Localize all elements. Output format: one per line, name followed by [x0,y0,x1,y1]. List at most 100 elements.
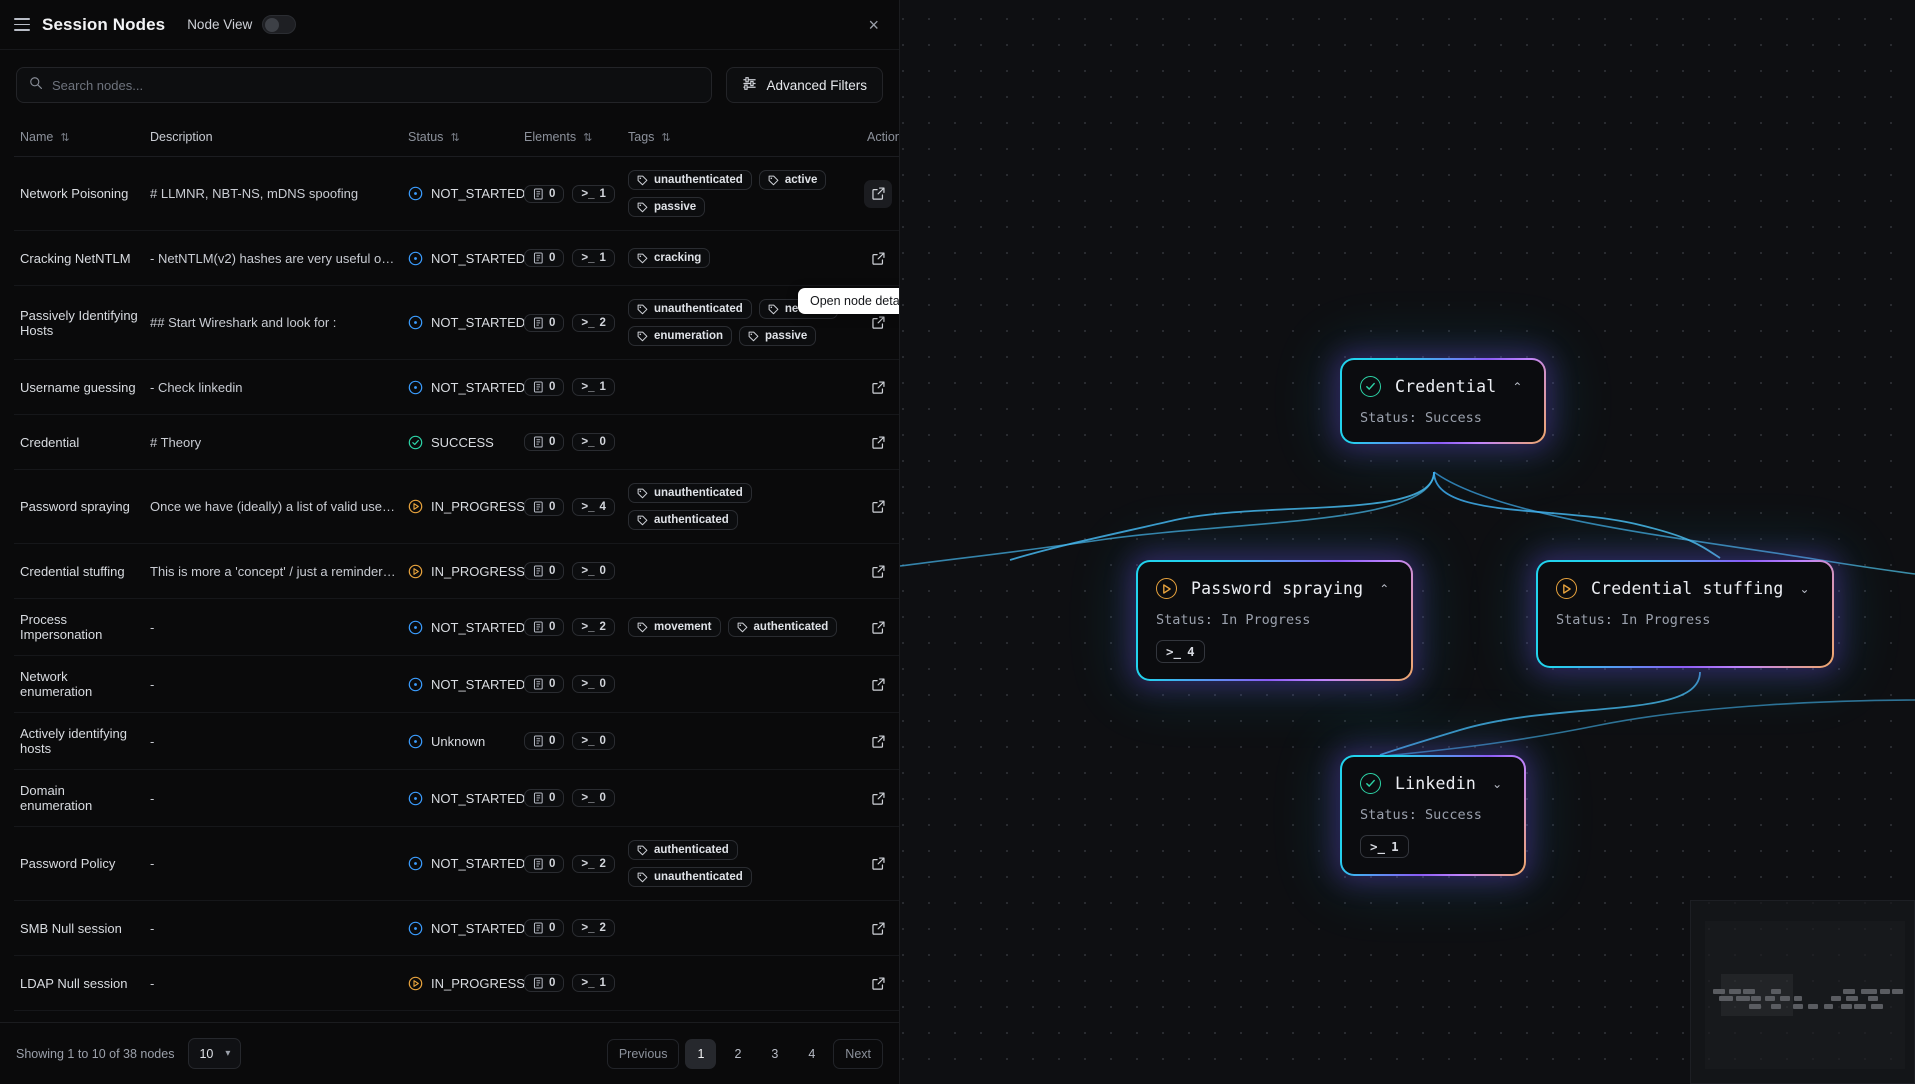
tag-chip[interactable]: cracking [628,248,710,268]
circle-dot-icon [408,734,423,749]
table-row[interactable]: LDAP Null session-IN_PROGRESS0>_1 [14,956,899,1011]
table-row[interactable]: Credential stuffingThis is more a 'conce… [14,544,899,599]
page-button-2[interactable]: 2 [722,1039,753,1069]
table-row[interactable]: Passively Identifying Hosts## Start Wire… [14,286,899,360]
tag-chip[interactable]: authenticated [728,617,838,637]
col-name[interactable]: Name⇅ [14,120,144,157]
external-link-icon [871,734,886,749]
node-view-toggle[interactable] [262,15,296,34]
sort-icon[interactable]: ⇅ [661,131,669,144]
sort-icon[interactable]: ⇅ [60,131,68,144]
document-icon [533,922,544,934]
circle-dot-icon [408,921,423,936]
graph-node-status: Status: In Progress [1556,612,1810,628]
open-node-details-button[interactable] [864,784,892,812]
graph-node-password-spraying[interactable]: Password spraying ⌃ Status: In Progress … [1136,560,1413,681]
sort-icon[interactable]: ⇅ [450,131,458,144]
terminal-icon: >_ [1370,839,1385,854]
next-page-button[interactable]: Next [833,1039,883,1069]
open-node-details-button[interactable] [864,850,892,878]
table-row[interactable]: Username guessing- Check linkedinNOT_STA… [14,360,899,415]
table-row[interactable]: Credential# TheorySUCCESS0>_0 [14,415,899,470]
tag-icon [637,622,648,633]
chevron-down-icon[interactable]: ⌄ [1800,583,1810,595]
cell-actions [858,713,899,770]
table-row[interactable]: Actively identifying hosts-Unknown0>_0 [14,713,899,770]
sliders-icon [742,76,757,94]
chevron-down-icon[interactable]: ⌄ [1492,778,1502,790]
graph-node-linkedin[interactable]: Linkedin ⌄ Status: Success >_ 1 [1340,755,1526,876]
table-row[interactable]: Cracking NetNTLM- NetNTLM(v2) hashes are… [14,231,899,286]
graph-node-credential[interactable]: Credential ⌃ Status: Success [1340,358,1546,444]
tag-label: passive [765,330,807,342]
search-input[interactable]: Search nodes... [16,67,712,103]
minimap-viewport[interactable] [1721,974,1793,1016]
tag-label: authenticated [654,844,729,856]
document-count-pill: 0 [524,789,564,807]
page-button-1[interactable]: 1 [685,1039,716,1069]
list-icon[interactable] [14,18,30,31]
page-size-select[interactable]: 10 ▾ [188,1038,241,1069]
tag-chip[interactable]: unauthenticated [628,483,752,503]
open-node-details-button[interactable] [864,914,892,942]
close-icon[interactable]: × [868,16,879,34]
cell-status: NOT_STARTED [402,901,518,956]
cell-tags [622,415,858,470]
tag-chip[interactable]: movement [628,617,721,637]
open-node-details-button[interactable] [864,180,892,208]
col-status[interactable]: Status⇅ [402,120,518,157]
external-link-icon [871,380,886,395]
advanced-filters-button[interactable]: Advanced Filters [726,67,883,103]
open-node-details-button[interactable] [864,493,892,521]
graph-minimap[interactable] [1690,900,1915,1084]
status-label: NOT_STARTED [431,677,525,692]
tag-chip[interactable]: passive [628,197,705,217]
table-row[interactable]: Password Policy-NOT_STARTED0>_2authentic… [14,827,899,901]
graph-node-header[interactable]: Linkedin ⌄ [1360,773,1502,794]
tag-chip[interactable]: authenticated [628,510,738,530]
open-node-details-button[interactable] [864,727,892,755]
table-row[interactable]: Password sprayingOnce we have (ideally) … [14,470,899,544]
open-node-details-button[interactable] [864,373,892,401]
graph-node-header[interactable]: Password spraying ⌃ [1156,578,1389,599]
cell-status: IN_PROGRESS [402,956,518,1011]
tag-chip[interactable]: enumeration [628,326,732,346]
open-node-details-button[interactable] [864,969,892,997]
chevron-up-icon[interactable]: ⌃ [1379,583,1389,595]
open-node-details-button[interactable] [864,613,892,641]
tag-chip[interactable]: unauthenticated [628,299,752,319]
table-row[interactable]: Process Impersonation-NOT_STARTED0>_2mov… [14,599,899,656]
table-row[interactable]: Domain enumeration-NOT_STARTED0>_0 [14,770,899,827]
document-count: 0 [549,381,555,393]
page-button-3[interactable]: 3 [759,1039,790,1069]
cell-tags [622,544,858,599]
previous-page-button[interactable]: Previous [607,1039,680,1069]
tag-icon [768,175,779,186]
open-node-details-button[interactable] [864,244,892,272]
tag-chip[interactable]: unauthenticated [628,867,752,887]
graph-node-credential-stuffing[interactable]: Credential stuffing ⌄ Status: In Progres… [1536,560,1834,668]
cell-actions [858,599,899,656]
play-circle-icon [1156,578,1177,599]
table-row[interactable]: SMB Null session-NOT_STARTED0>_2 [14,901,899,956]
sort-icon[interactable]: ⇅ [583,131,591,144]
tag-chip[interactable]: passive [739,326,816,346]
tag-chip[interactable]: unauthenticated [628,170,752,190]
graph-node-header[interactable]: Credential stuffing ⌄ [1556,578,1810,599]
chevron-up-icon[interactable]: ⌃ [1512,381,1522,393]
table-row[interactable]: Network enumeration-NOT_STARTED0>_0 [14,656,899,713]
tag-chip[interactable]: authenticated [628,840,738,860]
command-count: 2 [600,858,606,870]
command-count-pill: >_2 [572,314,615,332]
cell-description: # LLMNR, NBT-NS, mDNS spoofing [144,157,402,231]
table-row[interactable]: Network Poisoning# LLMNR, NBT-NS, mDNS s… [14,157,899,231]
page-button-4[interactable]: 4 [796,1039,827,1069]
graph-node-header[interactable]: Credential ⌃ [1360,376,1522,397]
tag-chip[interactable]: active [759,170,827,190]
cell-description: - NetNTLM(v2) hashes are very useful onc… [144,231,402,286]
open-node-details-button[interactable] [864,428,892,456]
col-tags[interactable]: Tags⇅ [622,120,858,157]
open-node-details-button[interactable] [864,670,892,698]
col-elements[interactable]: Elements⇅ [518,120,622,157]
open-node-details-button[interactable] [864,557,892,585]
